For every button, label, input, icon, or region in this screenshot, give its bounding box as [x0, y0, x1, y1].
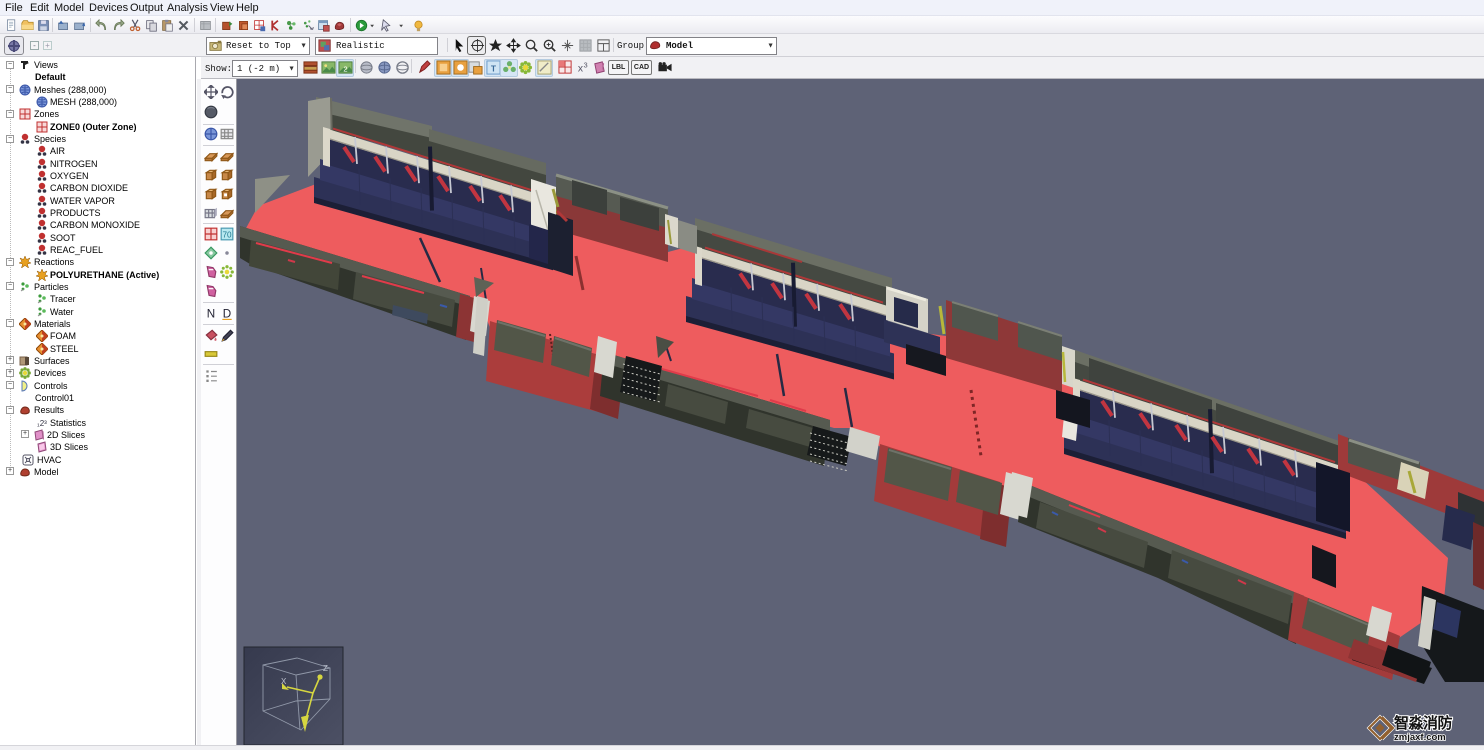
- svg-text:70: 70: [222, 231, 232, 240]
- svg-text:zmjaxf.com: zmjaxf.com: [1394, 732, 1446, 743]
- svg-text:N: N: [207, 308, 215, 320]
- svg-text:D: D: [223, 308, 231, 320]
- svg-text:₁2³: ₁2³: [37, 419, 47, 428]
- svg-text:X: X: [281, 677, 287, 686]
- svg-text:Z: Z: [323, 664, 328, 673]
- svg-text:T: T: [491, 63, 497, 73]
- svg-text:3: 3: [583, 61, 587, 70]
- svg-text:2: 2: [343, 64, 347, 73]
- svg-text:智淼消防: 智淼消防: [1394, 714, 1453, 732]
